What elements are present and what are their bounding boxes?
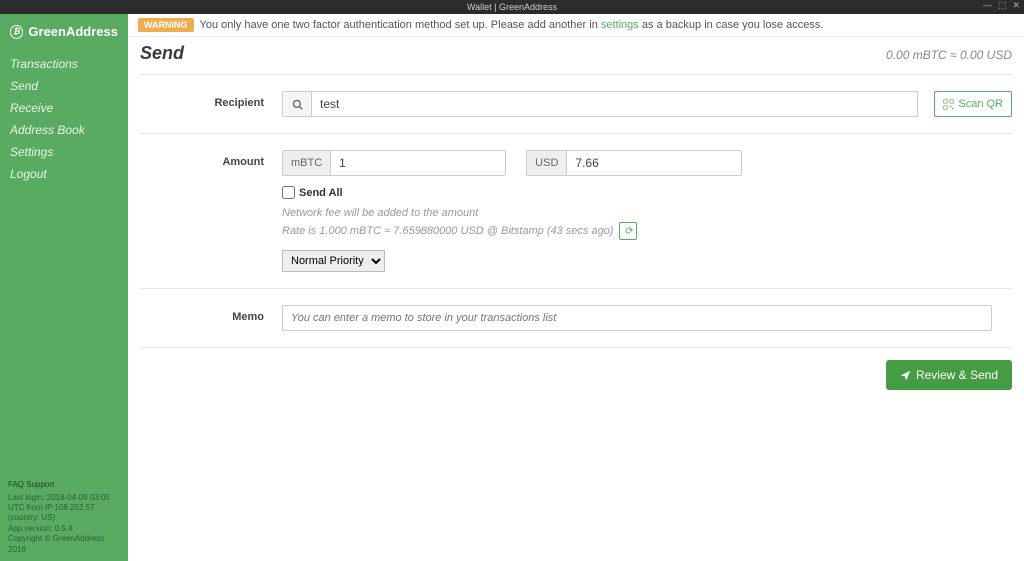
amount-input-usd[interactable]: [566, 150, 742, 176]
brand-name: GreenAddress: [28, 24, 118, 39]
send-all-label: Send All: [299, 187, 343, 199]
priority-select[interactable]: Normal Priority: [282, 250, 385, 272]
search-icon[interactable]: [282, 91, 312, 117]
amount-section: Amount mBTC USD Send Al: [140, 133, 1012, 288]
amount-input-mbtc[interactable]: [330, 150, 506, 176]
maximize-button[interactable]: ⬚: [998, 0, 1007, 11]
nav-settings[interactable]: Settings: [0, 141, 128, 163]
warning-badge: WARNING: [138, 18, 194, 32]
titlebar: Wallet | GreenAddress — ⬚ ✕: [0, 0, 1024, 14]
recipient-section: Recipient Scan QR: [140, 74, 1012, 133]
amount-unit-usd: USD: [526, 150, 566, 176]
actions-row: Review & Send: [140, 347, 1012, 402]
brand-icon: ₿: [10, 25, 23, 39]
review-send-label: Review & Send: [916, 368, 998, 382]
sidebar: ₿ GreenAddress Transactions Send Receive…: [0, 14, 128, 561]
page-header: Send 0.00 mBTC ≈ 0.00 USD: [128, 37, 1024, 74]
brand: ₿ GreenAddress: [0, 14, 128, 49]
amount-unit-mbtc: mBTC: [282, 150, 330, 176]
nav-address-book[interactable]: Address Book: [0, 119, 128, 141]
balance: 0.00 mBTC ≈ 0.00 USD: [886, 48, 1012, 62]
footer-last-login: Last login: 2018-04-09 03:05 UTC from IP…: [8, 493, 120, 524]
memo-label: Memo: [140, 305, 282, 331]
warning-text: You only have one two factor authenticat…: [200, 19, 824, 31]
memo-input[interactable]: [282, 305, 992, 331]
recipient-input[interactable]: [312, 91, 918, 117]
nav-send[interactable]: Send: [0, 75, 128, 97]
fee-note: Network fee will be added to the amount: [282, 207, 1012, 219]
main-content: WARNING You only have one two factor aut…: [128, 14, 1024, 561]
page-title: Send: [140, 43, 184, 64]
minimize-button[interactable]: —: [983, 0, 992, 11]
nav-receive[interactable]: Receive: [0, 97, 128, 119]
scan-qr-button[interactable]: Scan QR: [934, 91, 1012, 117]
amount-label: Amount: [140, 150, 282, 272]
refresh-rate-button[interactable]: ⟳: [619, 222, 637, 240]
review-send-button[interactable]: Review & Send: [886, 360, 1012, 390]
send-all-option[interactable]: Send All: [282, 186, 1012, 199]
memo-section: Memo: [140, 288, 1012, 347]
recipient-label: Recipient: [140, 91, 282, 117]
close-button[interactable]: ✕: [1012, 0, 1020, 11]
footer-app-version: App version: 0.5.4: [8, 524, 120, 534]
nav-logout[interactable]: Logout: [0, 163, 128, 185]
send-all-checkbox[interactable]: [282, 186, 295, 199]
send-icon: [900, 370, 911, 381]
sidebar-footer: FAQ Support Last login: 2018-04-09 03:05…: [0, 474, 128, 561]
footer-faq[interactable]: FAQ Support: [8, 480, 120, 490]
rate-line: Rate is 1.000 mBTC ≈ 7.659880000 USD @ B…: [282, 222, 1012, 240]
window-controls: — ⬚ ✕: [983, 0, 1020, 11]
nav-transactions[interactable]: Transactions: [0, 53, 128, 75]
warning-bar: WARNING You only have one two factor aut…: [128, 14, 1024, 37]
nav: Transactions Send Receive Address Book S…: [0, 49, 128, 189]
scan-qr-label: Scan QR: [958, 98, 1003, 110]
warning-settings-link[interactable]: settings: [601, 19, 639, 31]
rate-text: Rate is 1.000 mBTC ≈ 7.659880000 USD @ B…: [282, 225, 613, 237]
window-title: Wallet | GreenAddress: [467, 2, 557, 12]
footer-copyright: Copyright © GreenAddress 2018: [8, 534, 120, 555]
